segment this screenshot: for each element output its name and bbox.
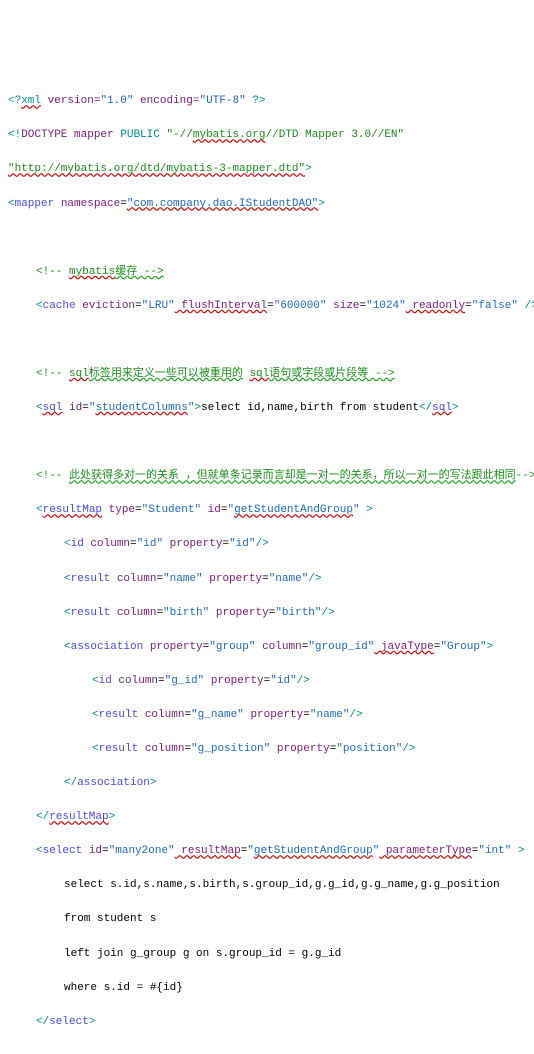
code-line: <association property="group" column="gr… [8,639,526,656]
comment-line: <!-- 此处获得多对一的关系 ，但就单条记录而言却是一对一的关系，所以一对一的… [8,468,526,485]
code-line: <result column="g_name" property="name"/… [8,707,526,724]
code-line: <id column="g_id" property="id"/> [8,673,526,690]
code-line: <mapper namespace="com.company.dao.IStud… [8,196,526,213]
code-line: <sql id="studentColumns">select id,name,… [8,400,526,417]
comment-line: <!-- sql标签用来定义一些可以被重用的 sql语句或字段或片段等 --> [8,366,526,383]
code-line: <result column="g_position" property="po… [8,741,526,758]
code-line: <cache eviction="LRU" flushInterval="600… [8,298,526,315]
code-line: <select id="many2one" resultMap="getStud… [8,843,526,860]
code-line: <result column="name" property="name"/> [8,571,526,588]
code-line: <?xml version="1.0" encoding="UTF-8" ?> [8,93,526,110]
code-line: where s.id = #{id} [8,980,526,997]
code-line: <id column="id" property="id"/> [8,536,526,553]
code-block: <?xml version="1.0" encoding="UTF-8" ?> … [8,76,526,1048]
code-line: <resultMap type="Student" id="getStudent… [8,502,526,519]
code-line: from student s [8,911,526,928]
comment-line: <!-- mybatis缓存 --> [8,264,526,281]
code-line: </resultMap> [8,809,526,826]
code-line: <result column="birth" property="birth"/… [8,605,526,622]
code-line: "http://mybatis.org/dtd/mybatis-3-mapper… [8,161,526,178]
code-line: <!DOCTYPE mapper PUBLIC "-//mybatis.org/… [8,127,526,144]
code-line: left join g_group g on s.group_id = g.g_… [8,946,526,963]
code-line: select s.id,s.name,s.birth,s.group_id,g.… [8,877,526,894]
code-line: </select> [8,1014,526,1031]
code-line: </association> [8,775,526,792]
